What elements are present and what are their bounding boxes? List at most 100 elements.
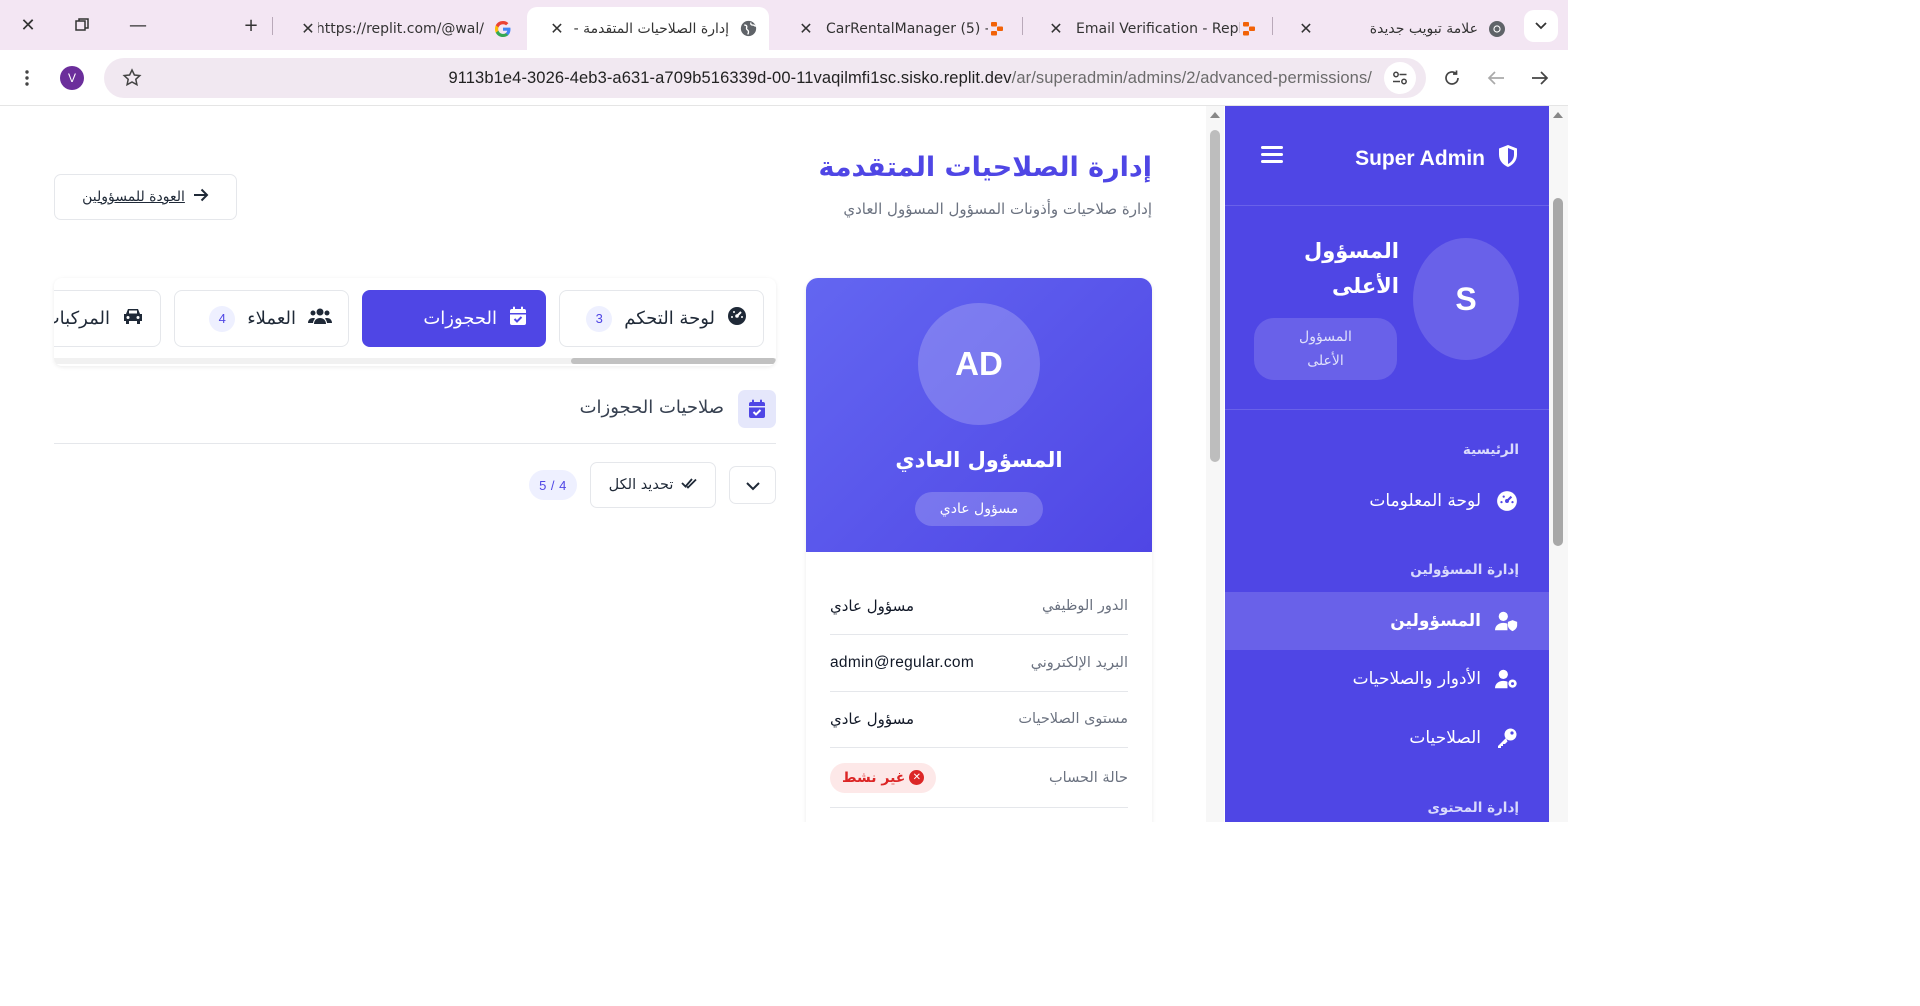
close-window-icon[interactable]: ✕ bbox=[10, 8, 46, 42]
brand-label: Super Admin bbox=[1355, 147, 1485, 170]
sidebar-user-panel: S المسؤول الأعلى المسؤول الأعلى bbox=[1225, 206, 1549, 410]
tab-close-icon[interactable]: ✕ bbox=[547, 19, 567, 38]
tabs-scrollbar-thumb[interactable] bbox=[571, 358, 776, 364]
tab-close-icon[interactable]: ✕ bbox=[1046, 19, 1066, 38]
calendar-check-icon bbox=[738, 390, 776, 428]
main-scrollbar-thumb[interactable] bbox=[1210, 130, 1220, 462]
tab-count: 4 bbox=[209, 305, 236, 332]
sidebar-section-title: الرئيسية bbox=[1462, 442, 1519, 458]
globe-icon bbox=[739, 20, 757, 38]
hamburger-menu-icon[interactable] bbox=[1261, 146, 1283, 164]
sidebar-item-permissions[interactable]: الصلاحيات bbox=[1225, 709, 1549, 767]
permission-tabs: لوحة التحكم 3 الحجوزات العملاء 4 المركبا… bbox=[54, 278, 776, 366]
select-all-label: تحديد الكل bbox=[608, 477, 674, 493]
collapse-toggle-button[interactable] bbox=[729, 466, 776, 504]
info-row-role: الدور الوظيفي مسؤول عادي bbox=[830, 578, 1128, 635]
tab-customers[interactable]: العملاء 4 bbox=[174, 290, 349, 347]
tabs-scrollbar[interactable] bbox=[54, 358, 776, 364]
tab-close-icon[interactable]: ✕ bbox=[1296, 19, 1316, 38]
url-text[interactable]: 9113b1e4-3026-4eb3-a631-a709b516339d-00-… bbox=[164, 58, 1372, 98]
sidebar-scrollbar[interactable] bbox=[1549, 106, 1568, 822]
sidebar-item-label: المسؤولين bbox=[1390, 611, 1481, 631]
google-icon bbox=[494, 20, 512, 38]
reload-icon[interactable] bbox=[1436, 62, 1468, 94]
menu-kebab-icon[interactable] bbox=[11, 62, 43, 94]
car-icon bbox=[122, 307, 144, 330]
tab-title: إدارة الصلاحيات المتقدمة - bbox=[573, 20, 729, 37]
sidebar-item-dashboard[interactable]: لوحة المعلومات bbox=[1225, 472, 1549, 530]
minimize-window-icon[interactable]: — bbox=[120, 8, 156, 42]
info-row-status: حالة الحساب ✕ غير نشط bbox=[830, 748, 1128, 808]
browser-tab[interactable]: ✕ Email Verification - Replit bbox=[1026, 7, 1270, 50]
close-circle-icon: ✕ bbox=[909, 770, 925, 785]
tab-close-icon[interactable]: ✕ bbox=[796, 19, 816, 38]
users-icon bbox=[308, 307, 332, 330]
main-scrollbar[interactable] bbox=[1206, 106, 1224, 822]
back-to-admins-button[interactable]: العودة للمسؤولين bbox=[54, 174, 237, 220]
restore-window-icon[interactable] bbox=[64, 8, 100, 42]
select-all-button[interactable]: تحديد الكل bbox=[590, 462, 716, 508]
selected-count-badge: 5 / 4 bbox=[529, 470, 577, 500]
info-label: الدور الوظيفي bbox=[1042, 598, 1128, 614]
tab-label: لوحة التحكم bbox=[624, 308, 715, 329]
sidebar-item-admins[interactable]: المسؤولين bbox=[1225, 592, 1549, 650]
bookmark-star-icon[interactable] bbox=[116, 62, 148, 94]
tab-search-icon[interactable] bbox=[1524, 10, 1558, 42]
replit-icon bbox=[988, 20, 1006, 38]
tab-title: CarRentalManager (5) - R bbox=[826, 20, 988, 37]
brand: Super Admin bbox=[1355, 144, 1519, 174]
browser-tab-active[interactable]: ✕ إدارة الصلاحيات المتقدمة - bbox=[527, 7, 769, 50]
user-cog-icon bbox=[1495, 667, 1519, 691]
scroll-up-arrow-icon[interactable] bbox=[1553, 112, 1563, 118]
url-path: /ar/superadmin/admins/2/advanced-permiss… bbox=[1011, 69, 1372, 87]
address-bar[interactable]: 9113b1e4-3026-4eb3-a631-a709b516339d-00-… bbox=[104, 58, 1426, 98]
browser-tab-strip: ✕ — + ✕ /https://replit.com/@wal ✕ إدارة… bbox=[0, 0, 1568, 50]
shield-icon bbox=[1497, 144, 1519, 174]
sidebar-item-roles[interactable]: الأدوار والصلاحيات bbox=[1225, 650, 1549, 708]
tab-title: علامة تبويب جديدة bbox=[1369, 20, 1478, 37]
permissions-section-header: صلاحيات الحجوزات bbox=[54, 390, 776, 444]
tab-label: المركبات bbox=[54, 308, 110, 329]
avatar: S bbox=[1413, 238, 1519, 360]
scroll-up-arrow-icon[interactable] bbox=[1210, 112, 1220, 118]
check-double-icon bbox=[681, 476, 697, 494]
profile-avatar[interactable]: V bbox=[56, 62, 88, 94]
sidebar-user-name: المسؤول الأعلى bbox=[1304, 239, 1399, 298]
calendar-check-icon bbox=[509, 306, 527, 331]
admin-profile-card: AD المسؤول العادي مسؤول عادي الدور الوظي… bbox=[806, 278, 1152, 822]
section-title: صلاحيات الحجوزات bbox=[579, 397, 724, 418]
tab-label: العملاء bbox=[247, 308, 296, 329]
sidebar-item-label: الأدوار والصلاحيات bbox=[1352, 669, 1481, 689]
dashboard-icon bbox=[1495, 489, 1519, 513]
profile-name: المسؤول العادي bbox=[895, 448, 1063, 472]
dashboard-icon bbox=[727, 306, 747, 331]
key-icon bbox=[1495, 726, 1519, 750]
browser-toolbar: V 9113b1e4-3026-4eb3-a631-a709b516339d-0… bbox=[0, 50, 1568, 106]
site-settings-icon[interactable] bbox=[1384, 62, 1416, 94]
sidebar-section-title: إدارة المسؤولين bbox=[1410, 562, 1519, 578]
browser-tab[interactable]: ✕ CarRentalManager (5) - R bbox=[776, 7, 1018, 50]
forward-arrow-icon[interactable] bbox=[1524, 62, 1556, 94]
tab-title: /https://replit.com/@wal bbox=[318, 20, 484, 37]
tab-vehicles[interactable]: المركبات bbox=[54, 290, 161, 347]
new-tab-icon[interactable]: + bbox=[233, 8, 269, 42]
sidebar-item-label: الصلاحيات bbox=[1409, 728, 1481, 748]
info-value: مسؤول عادي bbox=[830, 597, 915, 615]
page-subtitle: إدارة صلاحيات وأذونات المسؤول المسؤول ال… bbox=[843, 200, 1152, 218]
tab-dashboard[interactable]: لوحة التحكم 3 bbox=[559, 290, 764, 347]
browser-tab[interactable]: ✕ /https://replit.com/@wal bbox=[278, 7, 524, 50]
page-viewport: إدارة الصلاحيات المتقدمة إدارة صلاحيات و… bbox=[0, 106, 1568, 822]
info-label: البريد الإلكتروني bbox=[1030, 655, 1128, 671]
tab-label: الحجوزات bbox=[423, 308, 497, 329]
info-row-email: البريد الإلكتروني admin@regular.com bbox=[830, 635, 1128, 692]
url-host: 9113b1e4-3026-4eb3-a631-a709b516339d-00-… bbox=[448, 69, 1012, 87]
back-arrow-icon[interactable] bbox=[1480, 62, 1512, 94]
browser-tab[interactable]: ✕ علامة تبويب جديدة bbox=[1276, 7, 1518, 50]
sidebar-user-role: المسؤول الأعلى bbox=[1254, 318, 1397, 380]
tab-close-icon[interactable]: ✕ bbox=[298, 19, 318, 38]
status-text: غير نشط bbox=[842, 769, 906, 786]
tab-bookings[interactable]: الحجوزات bbox=[362, 290, 546, 347]
sidebar-item-label: لوحة المعلومات bbox=[1369, 491, 1481, 511]
sidebar-scrollbar-thumb[interactable] bbox=[1553, 198, 1563, 546]
back-button-label: العودة للمسؤولين bbox=[82, 189, 185, 205]
